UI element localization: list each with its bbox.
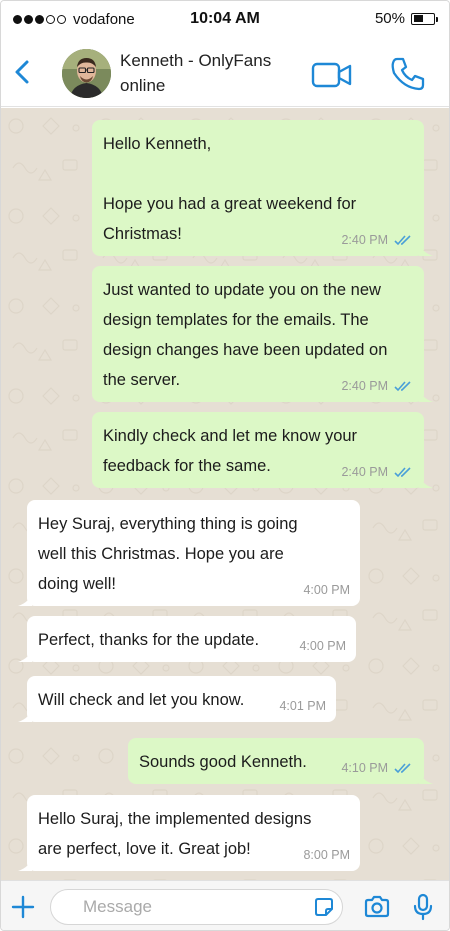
incoming-message[interactable]: Perfect, thanks for the update. 4:00 PM	[18, 616, 356, 662]
outgoing-message[interactable]: Just wanted to update you on the new des…	[92, 266, 433, 402]
camera-button[interactable]	[363, 895, 391, 919]
message-meta: 2:40 PM	[341, 465, 414, 479]
battery-percent: 50%	[374, 10, 405, 27]
battery-status: 50%	[374, 10, 438, 27]
message-text: Hello Suraj, the implemented designs are…	[38, 810, 312, 858]
message-time: 2:40 PM	[341, 233, 388, 247]
message-time: 4:00 PM	[303, 583, 350, 597]
chevron-left-icon	[15, 60, 29, 84]
message-meta: 4:10 PM	[341, 761, 414, 775]
double-check-icon	[394, 467, 411, 478]
bubble-tail	[18, 648, 32, 662]
avatar-image	[62, 49, 111, 98]
message-time: 8:00 PM	[303, 848, 350, 862]
avatar[interactable]	[62, 49, 111, 98]
sticker-icon	[315, 898, 333, 916]
video-call-button[interactable]	[311, 61, 353, 89]
incoming-message[interactable]: Hey Suraj, everything thing is going wel…	[18, 500, 360, 606]
input-bar	[1, 880, 449, 930]
message-time: 4:00 PM	[299, 639, 346, 653]
double-check-icon	[394, 381, 411, 392]
message-meta: 8:00 PM	[303, 848, 350, 862]
message-meta: 2:40 PM	[341, 233, 414, 247]
message-time: 4:10 PM	[341, 761, 388, 775]
message-meta: 2:40 PM	[341, 379, 414, 393]
status-bar: vodafone 10:04 AM 50%	[1, 1, 449, 39]
phone-screen: vodafone 10:04 AM 50% Kenneth - OnlyFans…	[0, 0, 450, 931]
attach-button[interactable]	[11, 895, 35, 919]
microphone-button[interactable]	[413, 893, 433, 921]
bubble-tail	[18, 592, 32, 606]
camera-icon	[364, 895, 390, 918]
incoming-message[interactable]: Hello Suraj, the implemented designs are…	[18, 795, 360, 871]
battery-icon	[411, 12, 438, 25]
double-check-icon	[394, 763, 411, 774]
message-time: 2:40 PM	[341, 379, 388, 393]
message-meta: 4:00 PM	[303, 583, 350, 597]
contact-name[interactable]: Kenneth - OnlyFans	[120, 51, 271, 71]
message-text: Hello Kenneth, Hope you had a great week…	[103, 135, 357, 243]
chat-header: Kenneth - OnlyFans online	[1, 39, 449, 107]
bubble-tail	[419, 242, 433, 256]
phone-icon	[391, 57, 425, 91]
video-camera-icon	[311, 62, 352, 88]
microphone-icon	[413, 893, 433, 921]
message-text: Perfect, thanks for the update.	[38, 631, 260, 649]
battery-level	[413, 15, 423, 22]
double-check-icon	[394, 235, 411, 246]
plus-icon	[11, 895, 35, 919]
message-text: Hey Suraj, everything thing is going wel…	[38, 515, 298, 593]
chat-area[interactable]: Hello Kenneth, Hope you had a great week…	[1, 108, 449, 880]
message-meta: 4:01 PM	[279, 699, 326, 713]
sticker-button[interactable]	[313, 896, 335, 918]
bubble-tail	[419, 770, 433, 784]
back-button[interactable]	[11, 57, 35, 87]
incoming-message[interactable]: Will check and let you know. 4:01 PM	[18, 676, 336, 722]
voice-call-button[interactable]	[389, 55, 427, 93]
message-time: 4:01 PM	[279, 699, 326, 713]
message-time: 2:40 PM	[341, 465, 388, 479]
outgoing-message[interactable]: Sounds good Kenneth. 4:10 PM	[128, 738, 433, 784]
message-input[interactable]	[50, 889, 343, 925]
bubble-tail	[419, 474, 433, 488]
outgoing-message[interactable]: Kindly check and let me know your feedba…	[92, 412, 433, 488]
message-text: Just wanted to update you on the new des…	[103, 281, 388, 389]
message-meta: 4:00 PM	[299, 639, 346, 653]
outgoing-message[interactable]: Hello Kenneth, Hope you had a great week…	[92, 120, 433, 256]
bubble-tail	[419, 388, 433, 402]
bubble-tail	[18, 708, 32, 722]
bubble-tail	[18, 857, 32, 871]
contact-status: online	[120, 76, 166, 95]
